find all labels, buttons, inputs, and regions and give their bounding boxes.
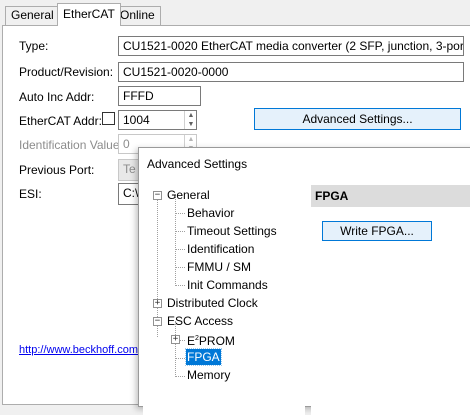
tree-connector [180, 340, 185, 341]
tree-connector [175, 231, 185, 232]
tree-item-fpga[interactable]: FPGA [185, 348, 222, 366]
tree-connector [175, 285, 185, 286]
type-field[interactable]: CU1521-0020 EtherCAT media converter (2 … [118, 36, 464, 56]
auto-inc-addr-field[interactable]: FFFD [118, 86, 201, 106]
expand-eeprom-icon[interactable]: + [171, 335, 180, 344]
tree-item-general[interactable]: General [166, 187, 211, 203]
identification-value-label: Identification Value: [19, 138, 123, 152]
tree-connector [175, 358, 185, 359]
spinner-up-icon: ▲ [187, 136, 195, 143]
write-fpga-button[interactable]: Write FPGA... [322, 221, 432, 241]
beckhoff-link[interactable]: http://www.beckhoff.com [19, 344, 138, 356]
eeprom-suffix: PROM [198, 334, 235, 348]
tree-item-memory[interactable]: Memory [186, 367, 231, 383]
spinner-down-icon[interactable]: ▼ [185, 120, 197, 129]
fpga-pane: FPGA Write FPGA... [311, 185, 470, 415]
tree-connector [175, 321, 176, 377]
pane-header: FPGA [311, 185, 470, 207]
tree-item-distributed-clock[interactable]: Distributed Clock [166, 295, 259, 311]
tab-ethercat[interactable]: EtherCAT [57, 3, 121, 26]
tree-item-fmmu-sm[interactable]: FMMU / SM [186, 259, 252, 275]
expand-distributed-clock-icon[interactable]: + [153, 299, 162, 308]
tab-general[interactable]: General [5, 6, 60, 25]
advanced-settings-button[interactable]: Advanced Settings... [254, 108, 461, 130]
tree-connector [175, 267, 185, 268]
esi-label: ESI: [19, 187, 42, 201]
tree-item-esc-access[interactable]: ESC Access [166, 313, 234, 329]
tree-connector [175, 213, 185, 214]
settings-tree: − + − + General Behavior Timeout Setting… [143, 185, 305, 415]
ethercat-addr-label: EtherCAT Addr: [19, 114, 102, 128]
tab-online[interactable]: Online [114, 6, 161, 25]
ethercat-addr-checkbox[interactable] [102, 112, 115, 125]
tree-item-behavior[interactable]: Behavior [186, 205, 235, 221]
product-revision-field[interactable]: CU1521-0020-0000 [118, 62, 464, 82]
eeprom-prefix: E [187, 334, 196, 348]
tree-item-eeprom[interactable]: E2PROM [186, 331, 236, 349]
previous-port-label: Previous Port: [19, 163, 95, 177]
auto-inc-addr-label: Auto Inc Addr: [19, 90, 95, 104]
tree-item-timeout-settings[interactable]: Timeout Settings [186, 223, 278, 239]
tree-connector [175, 194, 176, 286]
type-label: Type: [19, 39, 49, 53]
collapse-general-icon[interactable]: − [153, 191, 162, 200]
pane-title: FPGA [315, 189, 349, 203]
tree-connector [175, 249, 185, 250]
advanced-settings-dialog: Advanced Settings − + − + General Behavi… [138, 147, 470, 415]
dialog-title: Advanced Settings [147, 157, 248, 171]
tree-connector [175, 376, 185, 377]
tree-item-init-commands[interactable]: Init Commands [186, 277, 269, 293]
collapse-esc-access-icon[interactable]: − [153, 317, 162, 326]
ethercat-addr-spinner[interactable]: ▲ ▼ [184, 111, 197, 129]
product-revision-label: Product/Revision: [19, 65, 114, 79]
tree-item-identification[interactable]: Identification [186, 241, 255, 257]
spinner-up-icon[interactable]: ▲ [185, 111, 197, 120]
